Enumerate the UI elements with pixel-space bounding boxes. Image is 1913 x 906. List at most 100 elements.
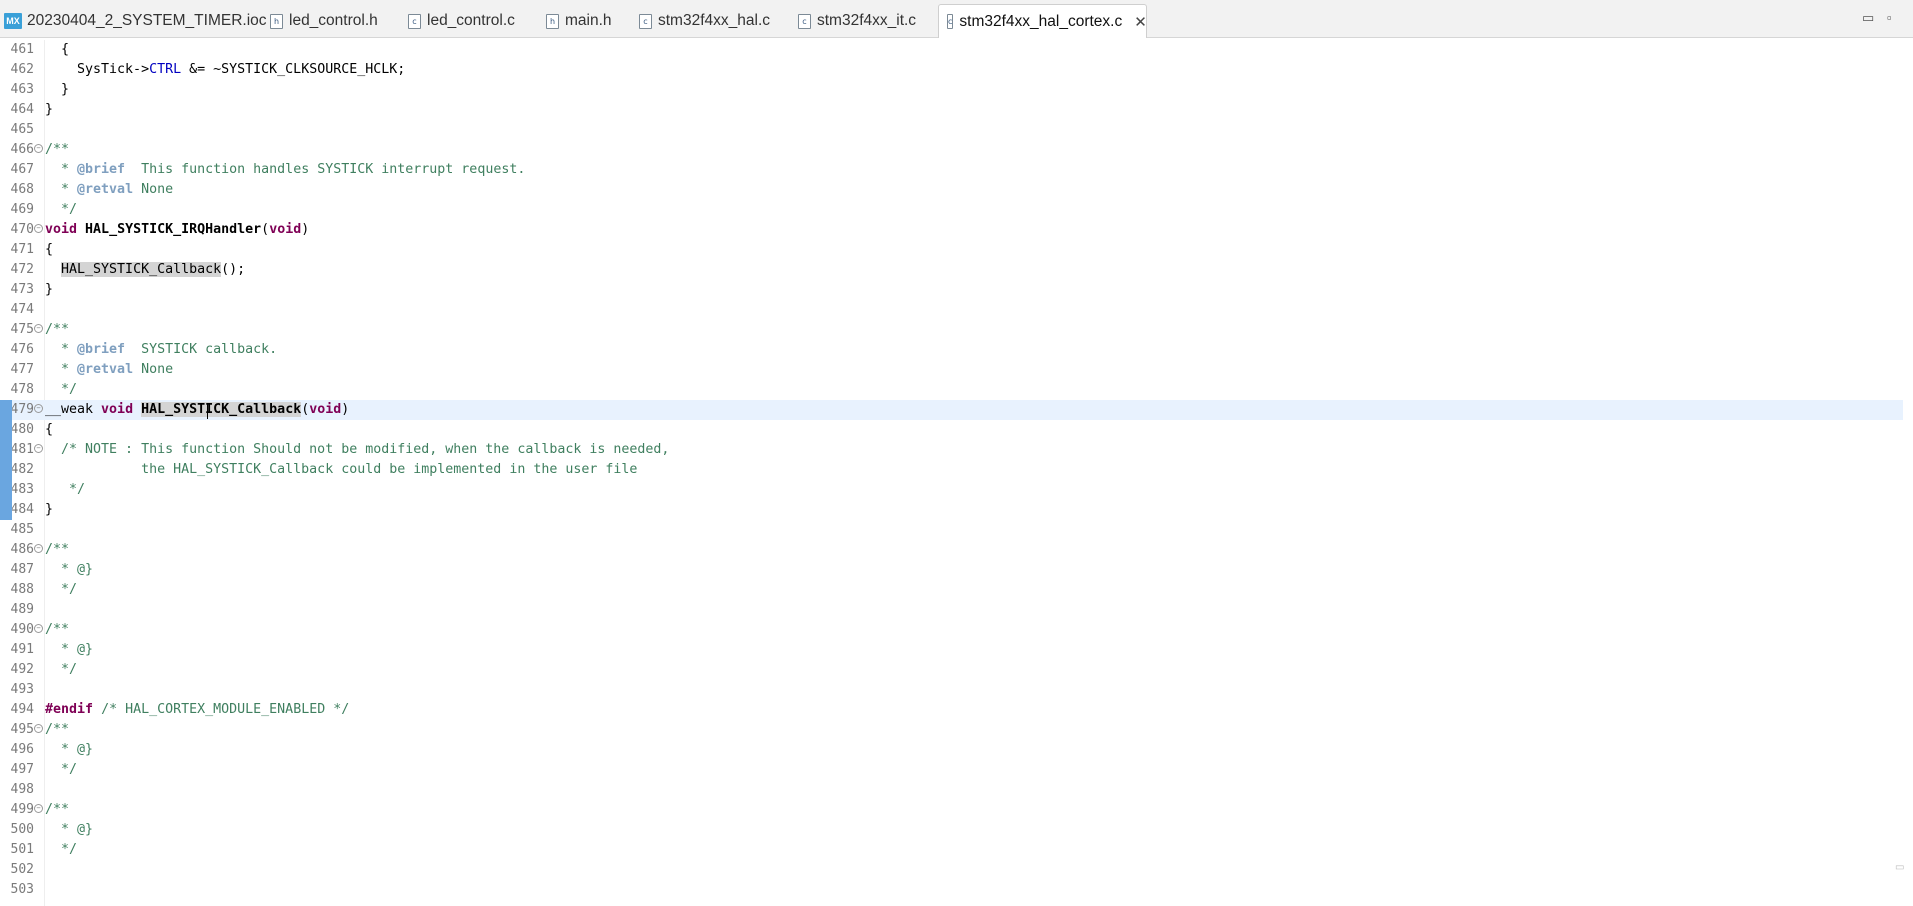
minimize-icon[interactable]: ▭ bbox=[1862, 10, 1874, 26]
tab-stm32f4xx-hal-c[interactable]: c stm32f4xx_hal.c bbox=[639, 4, 770, 38]
text-cursor bbox=[207, 403, 208, 419]
line-number: 499 bbox=[10, 802, 34, 817]
c-file-icon: c bbox=[639, 13, 652, 29]
code-line[interactable]: 463 } bbox=[0, 80, 1903, 100]
fold-toggle-icon[interactable]: − bbox=[34, 624, 43, 633]
code-text: /** bbox=[45, 802, 70, 817]
code-line[interactable]: 470− void HAL_SYSTICK_IRQHandler(void) bbox=[0, 220, 1903, 240]
maximize-icon[interactable]: ▫ bbox=[1887, 10, 1892, 25]
code-line[interactable]: 500 * @} bbox=[0, 820, 1903, 840]
line-number: 495 bbox=[10, 722, 34, 737]
code-text: /** bbox=[45, 322, 70, 337]
code-line[interactable]: 484} bbox=[0, 500, 1903, 520]
code-text: * @brief This function handles SYSTICK i… bbox=[45, 162, 526, 177]
line-number: 485 bbox=[10, 522, 34, 537]
code-editor[interactable]: 461 {462 SysTick->CTRL &= ~SYSTICK_CLKSO… bbox=[0, 40, 1913, 906]
code-line[interactable]: 497 */ bbox=[0, 760, 1903, 780]
c-file-icon: c bbox=[798, 13, 811, 29]
code-line[interactable]: 489 bbox=[0, 600, 1903, 620]
code-text: __weak void HAL_SYSTICK_Callback(void) bbox=[45, 402, 350, 417]
close-tab-icon[interactable]: ✕ bbox=[1134, 13, 1147, 31]
code-line[interactable]: 495−/** bbox=[0, 720, 1903, 740]
fold-toggle-icon[interactable]: − bbox=[34, 544, 43, 553]
code-text: } bbox=[45, 282, 54, 297]
fold-toggle-icon[interactable]: − bbox=[34, 804, 43, 813]
code-line[interactable]: 498 bbox=[0, 780, 1903, 800]
line-number: 489 bbox=[10, 602, 34, 617]
code-line[interactable]: 479− __weak void HAL_SYSTICK_Callback(voi… bbox=[0, 400, 1903, 420]
code-line[interactable]: 502 bbox=[0, 860, 1903, 880]
code-text: } bbox=[45, 82, 70, 97]
code-line[interactable]: 475−/** bbox=[0, 320, 1903, 340]
code-line[interactable]: 487 * @} bbox=[0, 560, 1903, 580]
code-text: } bbox=[45, 502, 54, 517]
code-line[interactable]: 481− /* NOTE : This function Should not … bbox=[0, 440, 1903, 460]
code-line[interactable]: 466−/** bbox=[0, 140, 1903, 160]
line-number: 466 bbox=[10, 142, 34, 157]
tab-led-control-c[interactable]: c led_control.c bbox=[408, 4, 515, 38]
line-number: 468 bbox=[10, 182, 34, 197]
code-line[interactable]: 478 */ bbox=[0, 380, 1903, 400]
code-text: * @brief SYSTICK callback. bbox=[45, 342, 278, 357]
code-line[interactable]: 474 bbox=[0, 300, 1903, 320]
code-line[interactable]: 464} bbox=[0, 100, 1903, 120]
code-line[interactable]: 461 { bbox=[0, 40, 1903, 60]
code-text: { bbox=[45, 42, 70, 57]
tab-stm32f4xx-it-c[interactable]: c stm32f4xx_it.c bbox=[798, 4, 916, 38]
line-number: 491 bbox=[10, 642, 34, 657]
code-line[interactable]: 490−/** bbox=[0, 620, 1903, 640]
code-line[interactable]: 485 bbox=[0, 520, 1903, 540]
code-line[interactable]: 469 */ bbox=[0, 200, 1903, 220]
line-number: 497 bbox=[10, 762, 34, 777]
code-line[interactable]: 468 * @retval None bbox=[0, 180, 1903, 200]
code-text: */ bbox=[45, 842, 78, 857]
code-text: /* NOTE : This function Should not be mo… bbox=[45, 442, 670, 457]
fold-toggle-icon[interactable]: − bbox=[34, 444, 43, 453]
tab-stm32f4xx-hal-cortex-c[interactable]: c stm32f4xx_hal_cortex.c ✕ bbox=[938, 4, 1147, 38]
tab-label: stm32f4xx_hal_cortex.c bbox=[959, 12, 1123, 30]
tab-main-h[interactable]: h main.h bbox=[546, 4, 612, 38]
line-number: 496 bbox=[10, 742, 34, 757]
code-line[interactable]: 462 SysTick->CTRL &= ~SYSTICK_CLKSOURCE_… bbox=[0, 60, 1903, 80]
stm32cubemx-icon: MX bbox=[4, 13, 22, 29]
fold-toggle-icon[interactable]: − bbox=[34, 144, 43, 153]
tab-led-control-h[interactable]: h led_control.h bbox=[270, 4, 378, 38]
code-line[interactable]: 503 bbox=[0, 880, 1903, 900]
line-number: 493 bbox=[10, 682, 34, 697]
line-number: 467 bbox=[10, 162, 34, 177]
code-line[interactable]: 467 * @brief This function handles SYSTI… bbox=[0, 160, 1903, 180]
tab-label: led_control.h bbox=[289, 12, 378, 29]
code-line[interactable]: 480{ bbox=[0, 420, 1903, 440]
line-number: 487 bbox=[10, 562, 34, 577]
code-text: HAL_SYSTICK_Callback(); bbox=[61, 262, 246, 277]
code-text: /** bbox=[45, 622, 70, 637]
fold-toggle-icon[interactable]: − bbox=[34, 404, 43, 413]
code-text: */ bbox=[45, 662, 78, 677]
code-line[interactable]: 486−/** bbox=[0, 540, 1903, 560]
code-line[interactable]: 492 */ bbox=[0, 660, 1903, 680]
code-line[interactable]: 494 #endif /* HAL_CORTEX_MODULE_ENABLED *… bbox=[0, 700, 1903, 720]
code-text: { bbox=[45, 422, 54, 437]
fold-toggle-icon[interactable]: − bbox=[34, 224, 43, 233]
code-line[interactable]: 472 HAL_SYSTICK_Callback(); bbox=[0, 260, 1903, 280]
fold-toggle-icon[interactable]: − bbox=[34, 324, 43, 333]
code-line[interactable]: 476 * @brief SYSTICK callback. bbox=[0, 340, 1903, 360]
code-line[interactable]: 491 * @} bbox=[0, 640, 1903, 660]
fold-toggle-icon[interactable]: − bbox=[34, 724, 43, 733]
code-line[interactable]: 471 { bbox=[0, 240, 1903, 260]
line-number: 502 bbox=[10, 862, 34, 877]
code-line[interactable]: 482 the HAL_SYSTICK_Callback could be im… bbox=[0, 460, 1903, 480]
code-line[interactable]: 488 */ bbox=[0, 580, 1903, 600]
code-line[interactable]: 477 * @retval None bbox=[0, 360, 1903, 380]
code-line[interactable]: 465 bbox=[0, 120, 1903, 140]
code-line[interactable]: 483 */ bbox=[0, 480, 1903, 500]
code-line[interactable]: 473} bbox=[0, 280, 1903, 300]
code-line[interactable]: 499−/** bbox=[0, 800, 1903, 820]
line-number: 503 bbox=[10, 882, 34, 897]
code-line[interactable]: 493 bbox=[0, 680, 1903, 700]
tab-ioc-file[interactable]: MX 20230404_2_SYSTEM_TIMER.ioc bbox=[4, 4, 267, 38]
code-line[interactable]: 501 */ bbox=[0, 840, 1903, 860]
line-number: 498 bbox=[10, 782, 34, 797]
code-line[interactable]: 496 * @} bbox=[0, 740, 1903, 760]
line-number: 501 bbox=[10, 842, 34, 857]
